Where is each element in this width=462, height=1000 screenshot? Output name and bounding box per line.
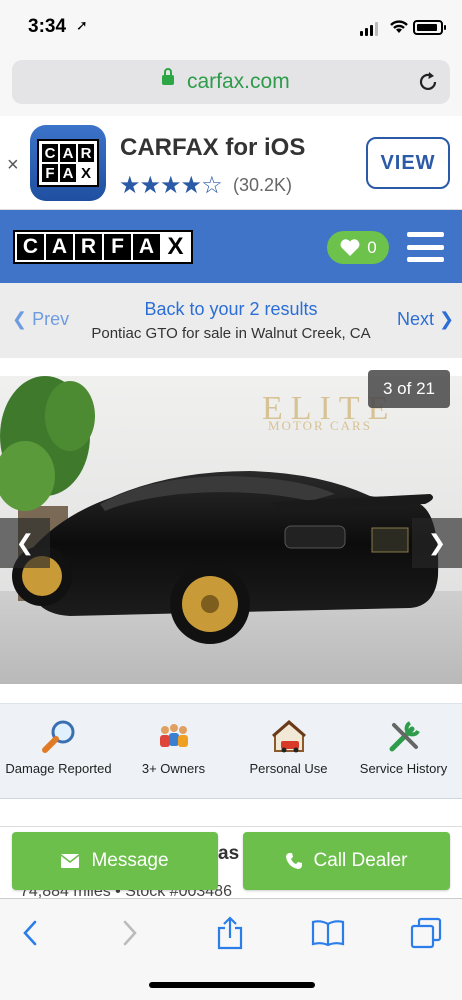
rating-stars: ★★★★☆ bbox=[119, 172, 223, 199]
favorites-button[interactable]: 0 bbox=[327, 231, 389, 264]
message-button[interactable]: Message bbox=[12, 832, 218, 890]
status-bar: 3:34 ➚ bbox=[0, 0, 462, 56]
address-bar[interactable]: carfax.com bbox=[12, 60, 450, 104]
photo-counter: 3 of 21 bbox=[368, 370, 450, 408]
forward-arrow-icon[interactable] bbox=[112, 915, 148, 951]
photo-prev-arrow-icon[interactable]: ❮ bbox=[0, 518, 50, 568]
bookmarks-icon[interactable] bbox=[310, 915, 346, 951]
rating-count: (30.2K) bbox=[233, 175, 293, 195]
reload-icon[interactable] bbox=[417, 71, 439, 93]
carfax-app-icon: C A R F A X bbox=[30, 125, 106, 201]
app-name: CARFAX for iOS bbox=[120, 134, 306, 161]
section-gap bbox=[0, 800, 462, 826]
battery-icon bbox=[413, 20, 446, 35]
favorites-count: 0 bbox=[367, 237, 377, 257]
photo-next-arrow-icon[interactable]: ❯ bbox=[412, 518, 462, 568]
wifi-icon bbox=[390, 20, 408, 33]
feature-damage-reported[interactable]: Damage Reported bbox=[1, 718, 116, 776]
home-indicator bbox=[149, 982, 315, 988]
magnifier-icon bbox=[1, 718, 116, 756]
site-header: C A R F A X 0 bbox=[0, 210, 462, 283]
share-icon[interactable] bbox=[212, 915, 248, 951]
phone-icon bbox=[285, 853, 302, 869]
feature-personal-use[interactable]: Personal Use bbox=[231, 718, 346, 776]
back-to-results-link[interactable]: Back to your 2 results bbox=[0, 299, 462, 320]
vehicle-photo[interactable]: ELITE MOTOR CARS bbox=[0, 376, 462, 684]
back-arrow-icon[interactable] bbox=[12, 915, 48, 951]
chevron-right-icon: ❯ bbox=[434, 309, 455, 329]
heart-icon bbox=[340, 239, 360, 256]
cellular-signal-icon bbox=[360, 22, 378, 36]
carfax-app-logo: C A R F A X bbox=[37, 139, 99, 187]
carfax-logo[interactable]: C A R F A X bbox=[13, 230, 193, 264]
location-arrow-icon: ➚ bbox=[76, 17, 88, 33]
hamburger-menu-icon[interactable] bbox=[407, 232, 444, 262]
search-subtitle: Pontiac GTO for sale in Walnut Creek, CA bbox=[91, 325, 371, 342]
app-install-banner: × C A R F A X CARFAX for iOS ★★★★☆ (30.2… bbox=[0, 116, 462, 210]
address-domain: carfax.com bbox=[187, 70, 290, 93]
status-time: 3:34 bbox=[28, 16, 67, 37]
dealer-watermark-sub: MOTOR CARS bbox=[268, 418, 372, 433]
browser-address-area: carfax.com bbox=[0, 56, 462, 116]
tabs-icon[interactable] bbox=[408, 915, 444, 951]
feature-owners[interactable]: 3+ Owners bbox=[116, 718, 231, 776]
owners-icon bbox=[116, 718, 231, 756]
vehicle-history-highlights: Damage Reported 3+ Owners Personal Use S… bbox=[0, 703, 462, 799]
results-navigation: ❮ Prev Back to your 2 results Pontiac GT… bbox=[0, 283, 462, 358]
next-link[interactable]: Next ❯ bbox=[397, 309, 454, 330]
listing-title: as bbox=[218, 843, 240, 864]
call-dealer-button[interactable]: Call Dealer bbox=[243, 832, 450, 890]
house-car-icon bbox=[231, 718, 346, 756]
tools-icon bbox=[346, 718, 461, 756]
lock-icon bbox=[162, 68, 174, 85]
feature-service-history[interactable]: Service History bbox=[346, 718, 461, 776]
view-app-button[interactable]: VIEW bbox=[366, 137, 450, 189]
envelope-icon bbox=[61, 854, 80, 868]
close-banner-icon[interactable]: × bbox=[7, 154, 19, 177]
